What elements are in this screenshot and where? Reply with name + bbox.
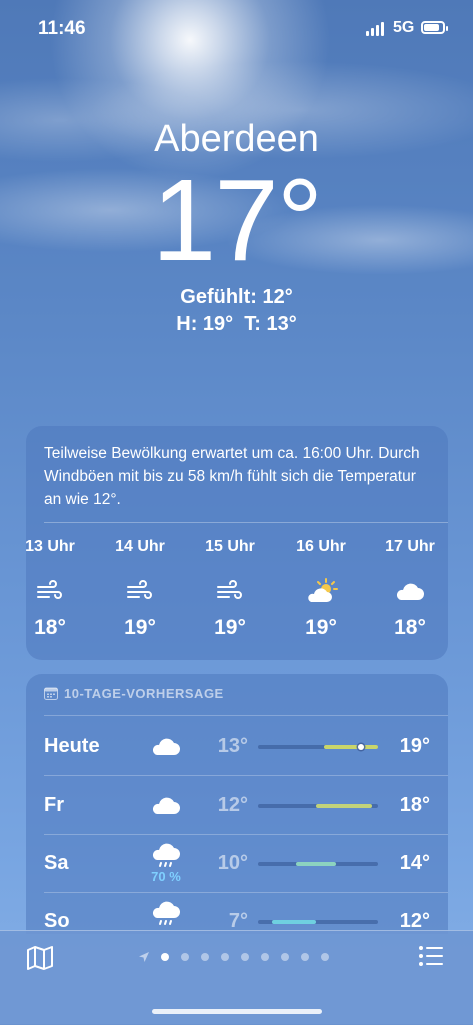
hour-label: 16 Uhr: [296, 538, 346, 555]
page-dot[interactable]: [181, 953, 189, 961]
map-icon: [27, 946, 53, 970]
hour-label: 15 Uhr: [205, 538, 255, 555]
hourly-list[interactable]: 13 Uhr 18° 14 Uhr 19° 15 Uhr 19° 16 Uhr: [0, 538, 473, 648]
cellular-signal-icon: [366, 22, 384, 36]
hour-temp: 18°: [34, 616, 66, 639]
row-divider: [44, 715, 448, 716]
wind-icon: [190, 572, 270, 610]
page-dot[interactable]: [221, 953, 229, 961]
cloud-icon: [144, 725, 188, 765]
wind-icon: [10, 572, 90, 610]
hour-item[interactable]: 15 Uhr 19°: [190, 538, 270, 640]
temp-range-bar: [258, 804, 378, 808]
temp-range-bar: [258, 862, 378, 866]
forecast-row[interactable]: Fr 12° 18°: [26, 776, 448, 834]
forecast-low: 12°: [217, 794, 248, 816]
forecast-row[interactable]: So 7° 12°: [26, 892, 448, 934]
hour-item[interactable]: 16 Uhr 19°: [281, 538, 361, 640]
hour-label: 14 Uhr: [115, 538, 165, 555]
high-low: H: 19° T: 13°: [176, 313, 297, 335]
hour-item[interactable]: 14 Uhr 19°: [100, 538, 180, 640]
map-button[interactable]: [26, 945, 56, 973]
list-icon: [419, 946, 443, 966]
forecast-row[interactable]: Heute 13° 19°: [26, 717, 448, 775]
hour-item[interactable]: 17 Uhr 18°: [370, 538, 450, 640]
ten-day-forecast-card[interactable]: 10-TAGE-VORHERSAGE Heute 13° 19° Fr 12° …: [26, 674, 448, 934]
weather-summary: Teilweise Bewölkung erwartet um ca. 16:0…: [44, 445, 420, 508]
home-indicator: [152, 1009, 322, 1014]
page-dot[interactable]: [241, 953, 249, 961]
bottom-toolbar: [0, 930, 473, 1025]
temp-range-bar: [258, 920, 378, 924]
battery-icon: [421, 21, 448, 34]
forecast-title: 10-TAGE-VORHERSAGE: [64, 686, 224, 701]
precipitation-chance: 70 %: [151, 869, 181, 884]
cloud-icon: [370, 572, 450, 610]
forecast-row[interactable]: Sa 70 % 10° 14°: [26, 834, 448, 892]
status-time: 11:46: [38, 18, 86, 39]
wind-icon: [100, 572, 180, 610]
page-dot[interactable]: [321, 953, 329, 961]
hourly-forecast-card[interactable]: Teilweise Bewölkung erwartet um ca. 16:0…: [25, 426, 448, 660]
hour-label: 17 Uhr: [385, 538, 435, 555]
temp-range-fill: [272, 920, 316, 924]
page-dot[interactable]: [161, 953, 169, 961]
temp-range-fill: [324, 745, 378, 749]
hour-temp: 19°: [305, 616, 337, 639]
feels-like: Gefühlt: 12°: [180, 286, 293, 308]
page-dot[interactable]: [201, 953, 209, 961]
forecast-day: Sa: [44, 852, 69, 874]
forecast-low: 13°: [217, 735, 248, 757]
card-divider: [44, 522, 448, 523]
forecast-header: 10-TAGE-VORHERSAGE: [44, 686, 224, 701]
current-temperature: 17°: [151, 155, 323, 285]
forecast-day: Heute: [44, 735, 100, 757]
location-list-button[interactable]: [418, 945, 446, 973]
hour-temp: 18°: [394, 616, 426, 639]
temp-range-fill: [296, 862, 336, 866]
hour-temp: 19°: [124, 616, 156, 639]
page-dot[interactable]: [261, 953, 269, 961]
hour-item[interactable]: 13 Uhr 18°: [10, 538, 90, 640]
page-dot[interactable]: [281, 953, 289, 961]
cloud-rain-icon: [144, 900, 188, 934]
status-bar: 11:46 5G: [0, 18, 473, 42]
forecast-day: Fr: [44, 794, 64, 816]
page-dot[interactable]: [301, 953, 309, 961]
temp-range-bar: [258, 744, 378, 750]
page-indicator[interactable]: [138, 951, 341, 963]
hour-temp: 19°: [214, 616, 246, 639]
forecast-low: 10°: [217, 852, 248, 874]
forecast-high: 14°: [399, 852, 430, 874]
current-temp-marker: [358, 744, 365, 750]
partly-cloudy-sun-icon: [281, 572, 361, 610]
cloud-icon: [144, 784, 188, 824]
temp-range-fill: [315, 804, 372, 808]
forecast-high: 19°: [399, 735, 430, 757]
forecast-high: 18°: [399, 794, 430, 816]
calendar-icon: [44, 687, 58, 700]
location-arrow-icon: [139, 952, 149, 962]
hour-label: 13 Uhr: [25, 538, 75, 555]
network-type: 5G: [393, 19, 415, 36]
